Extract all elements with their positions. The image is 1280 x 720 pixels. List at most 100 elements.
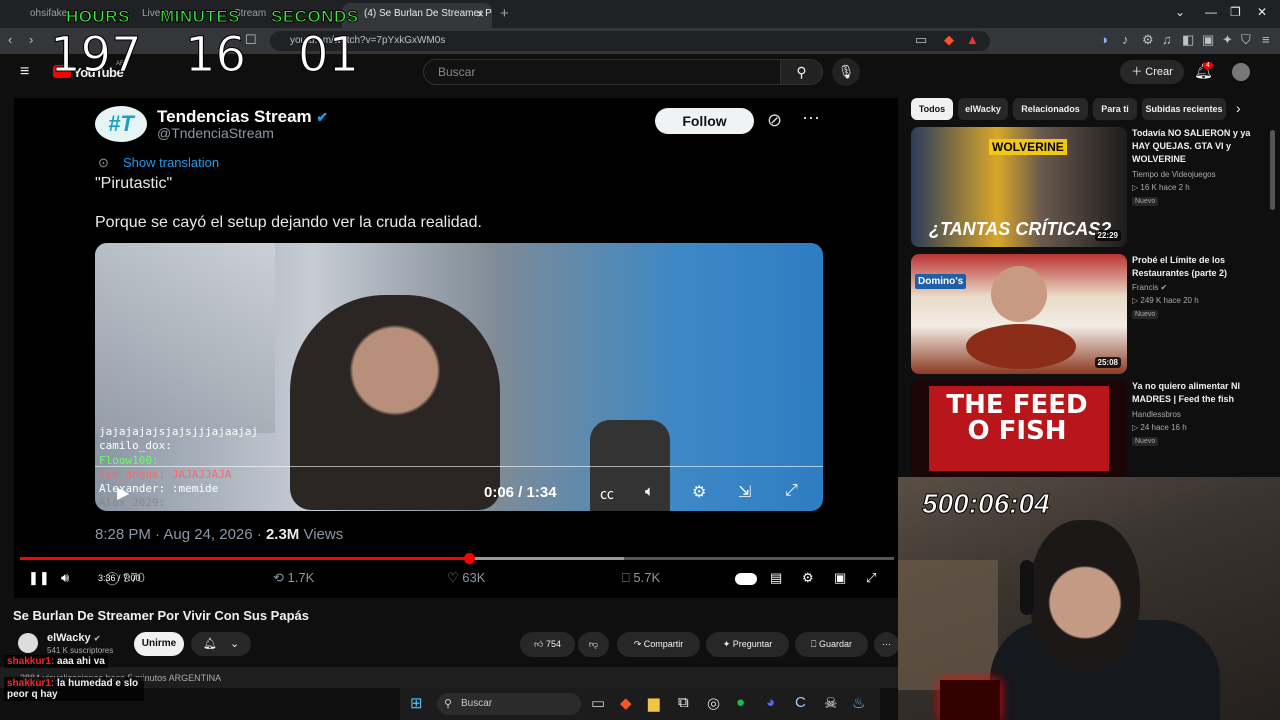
menu-icon[interactable]: ≡ [1262,32,1270,47]
wall-area [95,243,275,433]
channel-avatar[interactable] [18,633,38,653]
pause-button[interactable]: ❚❚ [28,570,50,586]
forward-icon[interactable]: › [29,32,33,47]
audio-icon[interactable]: ♪ [1122,32,1129,47]
minutes-value: 16 [184,27,247,84]
chat-user: shakkur1: [7,678,55,689]
minimize-button[interactable]: — [1205,5,1217,19]
chevron-right-icon[interactable]: › [1236,100,1241,116]
rec-title[interactable]: Ya no quiero alimentar NI MADRES | Feed … [1132,380,1252,406]
steam-icon[interactable]: ♨ [852,694,865,712]
tab-list-chevron-icon[interactable]: ⌄ [1175,5,1185,19]
search-button[interactable]: ⚲ [781,59,823,85]
rec-title[interactable]: Probé el Límite de los Restaurantes (par… [1132,254,1252,280]
leo-icon[interactable]: ✦ [1222,32,1233,48]
page-scrollbar[interactable] [1270,130,1275,210]
avatar[interactable] [1232,63,1250,81]
windows-start-icon[interactable]: ⊞ [410,694,423,712]
new-tab-button[interactable]: + [500,5,509,22]
search-icon: ⚲ [444,698,453,710]
tab-active[interactable]: (4) Se Burlan De Streamer Por × [342,3,492,28]
tweet-views-label: Views [299,526,344,543]
brave-browser-icon[interactable]: ◆ [620,694,632,712]
rec-thumbnail[interactable]: WOLVERINE ¿TANTAS CRÍTICAS? 22:29 [911,127,1127,247]
back-icon[interactable]: ‹ [8,32,12,47]
thumb-tag: WOLVERINE [989,139,1067,155]
subscription-bell-button[interactable]: 🔔︎ ⌄ [191,632,251,656]
extension-icon[interactable]: ◑ [1100,32,1108,47]
autoplay-toggle[interactable] [735,573,757,585]
chip-todos[interactable]: Todos [911,98,953,120]
rec-channel[interactable]: Handlessbros [1132,410,1181,419]
file-explorer-icon[interactable]: ▆ [648,694,660,712]
chip-para-ti[interactable]: Para ti [1093,98,1137,120]
vpn-icon[interactable]: ⛉ [1241,32,1251,48]
puzzle-icon[interactable]: ⚙ [1142,32,1154,48]
chat-user: shakkur1: [7,656,55,667]
cast-icon[interactable]: ▭ [915,32,927,48]
pip-icon: ⇲ [738,484,752,501]
close-tab-icon[interactable]: × [477,3,484,25]
capcut-icon[interactable]: ⧉ [678,694,689,711]
ask-button[interactable]: ✦ Preguntar [706,632,789,657]
volume-button[interactable]: 🔊︎ [61,570,69,586]
chip-relacionados[interactable]: Relacionados [1013,98,1088,120]
rec-meta-text: 249 K hace 20 h [1140,296,1199,305]
share-button[interactable]: ↷ Compartir [617,632,700,657]
join-button[interactable]: Unirme [134,632,184,656]
save-button[interactable]: ⎕ Guardar [795,632,868,657]
brave-shield-icon[interactable]: ◆ [944,32,954,48]
discord-icon[interactable]: ◕ [766,694,775,711]
like-button[interactable]: 👍︎ 754 [520,632,575,657]
miniplayer-button[interactable]: ▣ [834,570,846,586]
sidebar-icon[interactable]: ◧ [1182,32,1194,48]
rewards-icon[interactable]: ▲ [966,32,979,47]
settings-button[interactable]: ⚙ [802,570,814,586]
task-view-icon[interactable]: ▭ [591,694,605,712]
tweet-text: Porque se cayó el setup dejando ver la c… [95,214,482,231]
more-actions-button[interactable]: ⋯ [874,632,899,657]
thumbs-up-icon: 👍︎ [534,639,546,649]
chip-subidas-recientes[interactable]: Subidas recientes [1142,98,1226,120]
channel-name[interactable]: elWacky ✔ [47,632,100,644]
chip-elwacky[interactable]: elWacky [958,98,1008,120]
taskbar-search[interactable]: Buscar [437,693,581,715]
like-count: ♡ 63K [447,570,485,586]
rec-channel[interactable]: Francis ✔ [1132,283,1167,292]
subtitles-button[interactable]: ▤ [770,570,782,586]
voice-search-button[interactable]: 🎙 [832,58,860,86]
search-input[interactable]: Buscar [423,59,781,85]
rec-title[interactable]: Todavía NO SALIERON y ya HAY QUEJAS. GTA… [1132,127,1252,166]
obs-icon[interactable]: ◎ [707,694,720,712]
stream-chat-line: cyd_angus: JAJAJJAJA [99,468,232,481]
rec-meta: ▷ 16 K hace 2 h [1132,183,1190,192]
stream-chat-line: Alex_2029: [99,496,166,509]
follow-button: Follow [655,108,754,134]
create-button[interactable]: ＋ Crear [1120,60,1184,84]
tweet-views-count: 2.3M [265,526,300,543]
sparkle-icon: ✦ [722,639,733,649]
streamer-figure [290,295,500,510]
spotify-icon[interactable]: ● [736,694,745,711]
new-badge: Nuevo [1132,310,1159,319]
chat-message: shakkur1: la humedad e slo peor q hay [4,677,144,701]
share-icon: ↷ [633,639,644,649]
skull-app-icon[interactable]: ☠ [824,694,837,712]
time-display: 3:36 / 7:00 [98,573,141,583]
rec-channel[interactable]: Tiempo de Videojuegos [1132,170,1216,179]
rec-thumbnail[interactable]: Domino's 25:08 [911,254,1127,374]
wallet-icon[interactable]: ▣ [1202,32,1214,48]
tweet-date-text: 8:28 PM · Aug 24, 2026 · [95,526,266,543]
rec-thumbnail[interactable]: THE FEED O FISH [911,380,1127,477]
music-icon[interactable]: ♫ [1162,32,1172,47]
app-icon[interactable]: C [795,694,806,711]
fullscreen-button[interactable]: ⤢ [866,570,876,586]
verified-icon: ✔ [316,109,329,125]
dislike-button[interactable]: 👎︎ [578,632,609,657]
repost-count-text: 1.7K [287,570,315,585]
maximize-button[interactable]: ❐ [1230,5,1241,19]
close-window-button[interactable]: ✕ [1257,5,1267,19]
hamburger-menu-icon[interactable]: ≡ [20,63,29,81]
bookmark-icon[interactable]: ☐ [245,32,257,48]
bookmark-outline-icon: ⎕ [622,570,634,585]
